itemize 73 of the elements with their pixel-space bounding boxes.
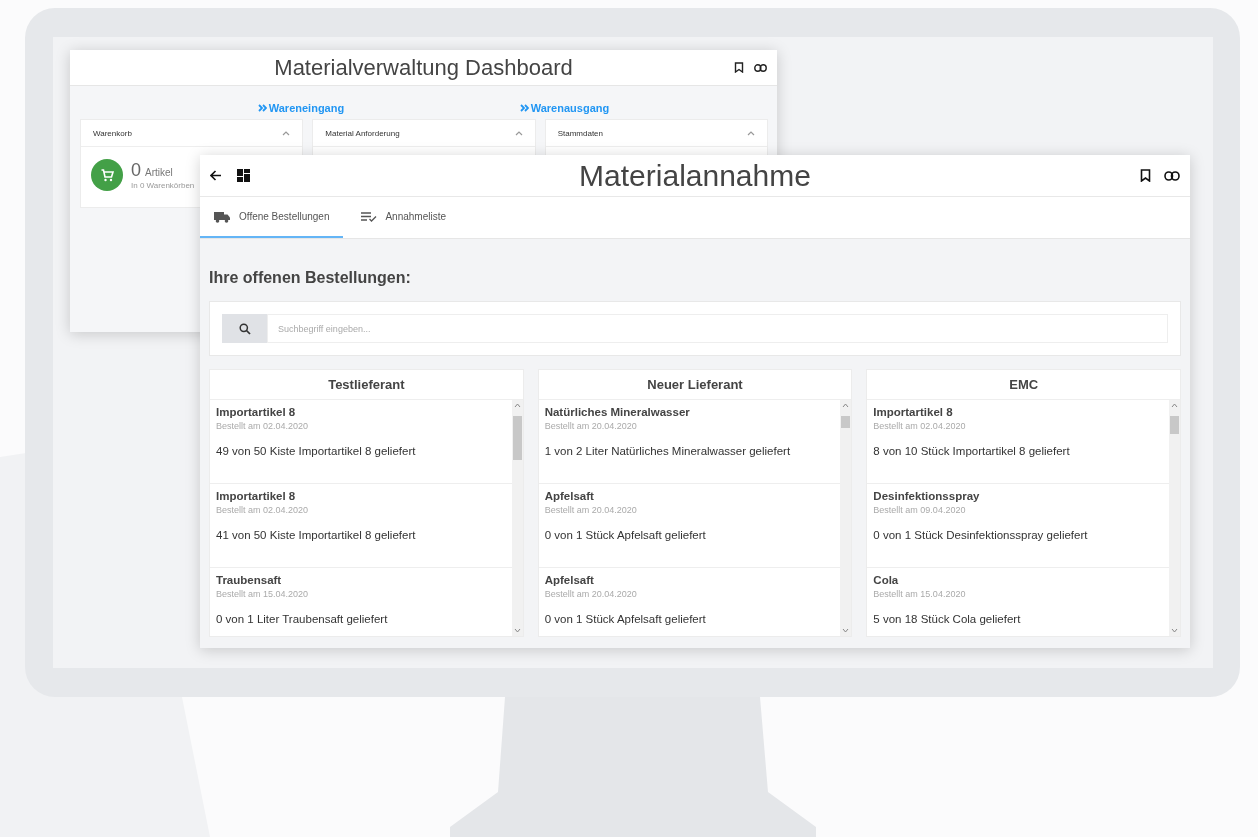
supplier-name: EMC — [867, 370, 1180, 400]
order-date: Bestellt am 02.04.2020 — [873, 421, 967, 431]
card-title: Stammdaten — [557, 128, 603, 138]
order-status: 0 von 1 Liter Traubensaft geliefert — [216, 613, 389, 625]
supplier-name: Neuer Lieferant — [538, 370, 852, 400]
card-title: Material Anforderung — [325, 128, 400, 138]
search-button[interactable] — [222, 314, 267, 343]
order-date: Bestellt am 09.04.2020 — [873, 505, 967, 515]
order-title: Traubensaft — [216, 574, 283, 586]
bookmark-icon[interactable] — [1140, 169, 1151, 182]
order-date: Bestellt am 20.04.2020 — [544, 589, 638, 599]
link-icon[interactable] — [754, 63, 767, 72]
dashboard-icon[interactable] — [237, 169, 250, 182]
search-icon — [238, 322, 251, 335]
window-title: Materialannahme — [579, 158, 811, 193]
scrollbar[interactable] — [1169, 400, 1180, 636]
chevron-down-icon[interactable] — [1171, 628, 1178, 633]
order-status: 49 von 50 Kiste Importartikel 8 geliefert — [216, 445, 417, 457]
cart-count: 0 — [131, 160, 141, 181]
order-status: 0 von 1 Stück Desinfektionsspray geliefert — [873, 529, 1089, 541]
chevron-up-icon[interactable] — [747, 130, 755, 136]
order-date: Bestellt am 20.04.2020 — [544, 421, 638, 431]
tab[interactable]: Offene Bestellungen — [200, 197, 344, 238]
chevron-up-icon[interactable] — [842, 403, 850, 408]
bookmark-icon[interactable] — [734, 62, 744, 73]
cart-unit: Artikel — [145, 167, 173, 178]
order-title: Natürliches Mineralwasser — [544, 406, 691, 418]
order-status: 5 von 18 Stück Cola geliefert — [873, 613, 1022, 625]
order-status: 0 von 1 Stück Apfelsaft geliefert — [544, 613, 707, 625]
checklist-icon — [361, 211, 378, 222]
order-item[interactable]: Importartikel 8 Bestellt am 02.04.2020 49 von 50 Kiste Importartikel 8 geliefert — [210, 400, 512, 484]
scrollbar[interactable] — [840, 400, 852, 636]
chevron-up-icon[interactable] — [1171, 403, 1178, 408]
order-title: Desinfektionsspray — [873, 490, 981, 502]
order-date: Bestellt am 02.04.2020 — [216, 505, 310, 515]
tab[interactable]: Annahmeliste — [347, 197, 461, 238]
scrollbar[interactable] — [511, 400, 523, 636]
card-title: Warenkorb — [93, 128, 132, 138]
order-item[interactable]: Importartikel 8 Bestellt am 02.04.2020 41 von 50 Kiste Importartikel 8 geliefert — [210, 484, 512, 568]
section-heading: Ihre offenen Bestellungen: — [209, 268, 412, 288]
supplier-name: Testlieferant — [210, 370, 523, 400]
scrollbar-thumb[interactable] — [512, 416, 522, 460]
order-status: 8 von 10 Stück Importartikel 8 geliefert — [873, 445, 1071, 457]
cart-icon — [91, 159, 123, 191]
order-title: Importartikel 8 — [216, 490, 297, 502]
chevron-up-icon[interactable] — [513, 403, 521, 408]
order-title: Importartikel 8 — [873, 406, 954, 418]
order-title: Apfelsaft — [544, 574, 595, 586]
order-status: 41 von 50 Kiste Importartikel 8 geliefert — [216, 529, 417, 541]
back-arrow-icon[interactable] — [210, 170, 222, 181]
order-status: 0 von 1 Stück Apfelsaft geliefert — [544, 529, 707, 541]
cart-subtitle: In 0 Warenkörben — [131, 181, 195, 190]
scrollbar-thumb[interactable] — [841, 416, 851, 428]
chevron-down-icon[interactable] — [513, 628, 521, 633]
scrollbar-thumb[interactable] — [1170, 416, 1179, 434]
order-date: Bestellt am 15.04.2020 — [216, 589, 310, 599]
order-date: Bestellt am 15.04.2020 — [873, 589, 967, 599]
order-title: Apfelsaft — [544, 490, 595, 502]
order-title: Cola — [873, 574, 900, 586]
search-field[interactable]: Suchbegriff eingeben... — [267, 314, 1168, 343]
double-chevron-icon — [519, 103, 529, 112]
chevron-up-icon[interactable] — [514, 130, 523, 136]
order-date: Bestellt am 20.04.2020 — [544, 505, 638, 515]
order-title: Importartikel 8 — [216, 406, 297, 418]
link-icon[interactable] — [1164, 170, 1180, 181]
order-status: 1 von 2 Liter Natürliches Mineralwasser geliefert — [544, 445, 792, 457]
double-chevron-icon — [257, 103, 267, 112]
window-title: Materialverwaltung Dashboard — [274, 54, 573, 81]
chevron-down-icon[interactable] — [842, 628, 850, 633]
truck-icon — [214, 210, 231, 223]
order-item[interactable]: Traubensaft Bestellt am 15.04.2020 0 von 1 Liter Traubensaft geliefert — [210, 568, 512, 636]
chevron-up-icon[interactable] — [282, 130, 291, 136]
order-date: Bestellt am 02.04.2020 — [216, 421, 310, 431]
